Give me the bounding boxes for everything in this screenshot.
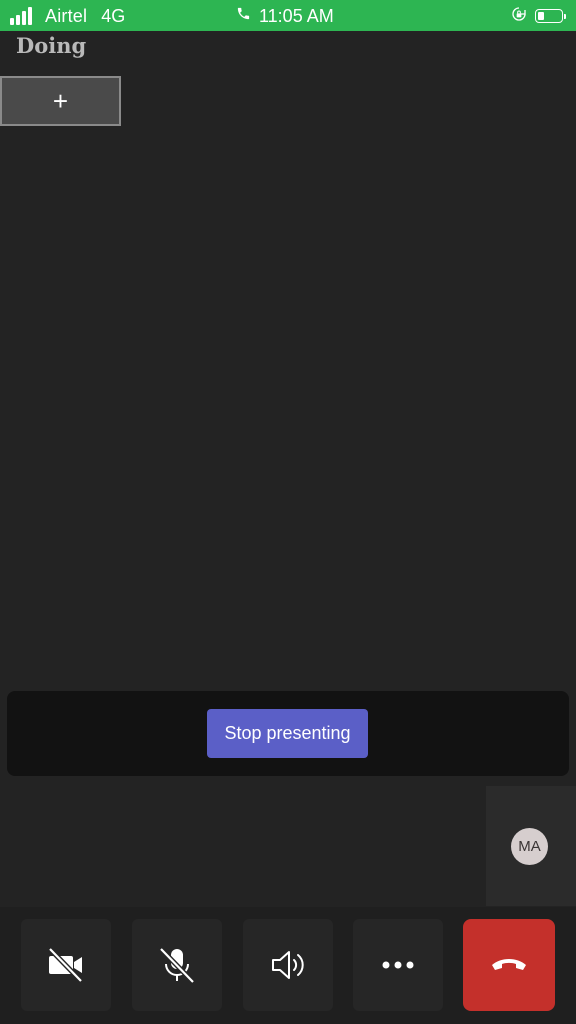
- mic-toggle-button[interactable]: [132, 919, 222, 1011]
- clock: 11:05 AM: [259, 5, 334, 26]
- avatar: MA: [511, 828, 548, 865]
- phone-icon: [236, 6, 251, 26]
- battery-level: [538, 12, 545, 20]
- presenting-panel: Stop presenting: [7, 691, 569, 776]
- camera-off-icon: [46, 945, 86, 985]
- add-card-button[interactable]: +: [0, 76, 121, 126]
- stop-presenting-button[interactable]: Stop presenting: [207, 709, 368, 758]
- participant-tile[interactable]: MA: [486, 786, 576, 906]
- end-call-button[interactable]: [463, 919, 555, 1011]
- camera-toggle-button[interactable]: [21, 919, 111, 1011]
- status-left: Airtel 4G: [10, 5, 125, 27]
- speaker-icon: [268, 945, 308, 985]
- status-right: [511, 5, 566, 27]
- battery-tip: [564, 13, 566, 19]
- call-control-bar: [0, 907, 576, 1024]
- battery-icon: [535, 9, 563, 23]
- carrier-name: Airtel: [45, 5, 88, 26]
- status-bar: Airtel 4G 11:05 AM: [0, 0, 576, 31]
- network-type: 4G: [101, 5, 126, 26]
- more-icon: [378, 945, 418, 985]
- call-screen: Airtel 4G 11:05 AM Doing + Stop presenti…: [0, 0, 576, 1024]
- mic-off-icon: [157, 945, 197, 985]
- speaker-button[interactable]: [243, 919, 333, 1011]
- more-options-button[interactable]: [353, 919, 443, 1011]
- end-call-icon: [489, 943, 529, 988]
- rotation-lock-icon: [511, 6, 527, 27]
- signal-bars-icon: [10, 7, 36, 25]
- status-center: 11:05 AM: [236, 5, 334, 27]
- board-title: Doing: [16, 33, 87, 58]
